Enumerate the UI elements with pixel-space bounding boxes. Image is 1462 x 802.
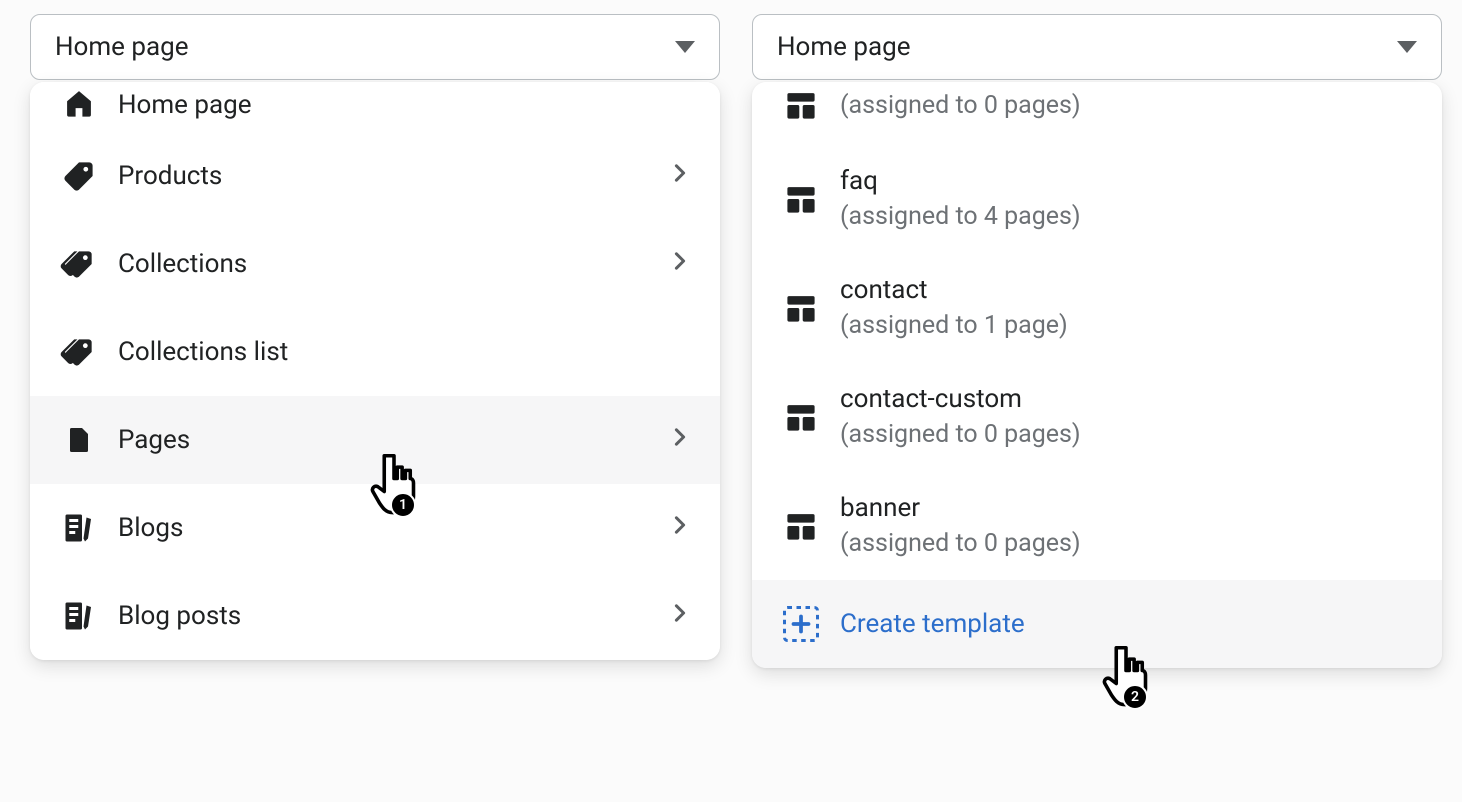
template-subtitle: (assigned to 1 page): [840, 311, 1068, 340]
type-item-pages[interactable]: Pages: [30, 396, 720, 484]
type-item-label: Blogs: [118, 513, 668, 543]
plus-dashed-icon: [780, 606, 822, 642]
tags-icon: [58, 245, 100, 283]
tag-icon: [58, 159, 100, 193]
template-subtitle: (assigned to 0 pages): [840, 91, 1081, 120]
caret-down-icon: [1397, 41, 1417, 53]
template-type-popover: Home page Products Collections Collec: [30, 82, 720, 660]
tags-icon: [58, 333, 100, 371]
template-list-popover: (assigned to 0 pages) faq (assigned to 4…: [752, 82, 1442, 668]
page-icon: [58, 425, 100, 455]
template-icon: [780, 182, 822, 216]
type-item-label: Pages: [118, 425, 668, 455]
template-select-label: Home page: [777, 32, 1397, 62]
type-item-blogs[interactable]: Blogs: [30, 484, 720, 572]
template-name: banner: [840, 493, 1081, 523]
template-icon: [780, 400, 822, 434]
type-item-label: Home page: [118, 90, 692, 120]
create-template-button[interactable]: Create template: [752, 580, 1442, 668]
template-icon: [780, 509, 822, 543]
type-item-collections[interactable]: Collections: [30, 220, 720, 308]
template-item-banner[interactable]: banner (assigned to 0 pages): [752, 471, 1442, 580]
template-subtitle: (assigned to 0 pages): [840, 529, 1081, 558]
template-item-contact-custom[interactable]: contact-custom (assigned to 0 pages): [752, 362, 1442, 471]
template-select[interactable]: Home page: [752, 14, 1442, 80]
chevron-right-icon: [668, 425, 692, 456]
type-item-collections-list[interactable]: Collections list: [30, 308, 720, 396]
chevron-right-icon: [668, 249, 692, 280]
template-name: faq: [840, 166, 1081, 196]
type-item-label: Blog posts: [118, 601, 668, 631]
caret-down-icon: [675, 41, 695, 53]
template-type-select[interactable]: Home page: [30, 14, 720, 80]
template-subtitle: (assigned to 0 pages): [840, 420, 1081, 449]
template-item-contact[interactable]: contact (assigned to 1 page): [752, 253, 1442, 362]
type-item-label: Collections: [118, 249, 668, 279]
chevron-right-icon: [668, 161, 692, 192]
home-icon: [58, 86, 100, 120]
template-item-faq[interactable]: faq (assigned to 4 pages): [752, 144, 1442, 253]
create-template-label: Create template: [840, 609, 1025, 639]
template-name: contact: [840, 275, 1068, 305]
blog-icon: [58, 598, 100, 634]
type-item-blog-posts[interactable]: Blog posts: [30, 572, 720, 660]
type-item-home[interactable]: Home page: [30, 82, 720, 132]
template-subtitle: (assigned to 4 pages): [840, 202, 1081, 231]
chevron-right-icon: [668, 601, 692, 632]
template-name: contact-custom: [840, 384, 1081, 414]
template-icon: [780, 88, 822, 122]
template-type-select-label: Home page: [55, 32, 675, 62]
template-item[interactable]: (assigned to 0 pages): [752, 82, 1442, 144]
blog-icon: [58, 510, 100, 546]
chevron-right-icon: [668, 513, 692, 544]
type-item-label: Products: [118, 161, 668, 191]
type-item-label: Collections list: [118, 337, 692, 367]
cursor-badge: 2: [1122, 684, 1148, 710]
type-item-products[interactable]: Products: [30, 132, 720, 220]
template-icon: [780, 291, 822, 325]
